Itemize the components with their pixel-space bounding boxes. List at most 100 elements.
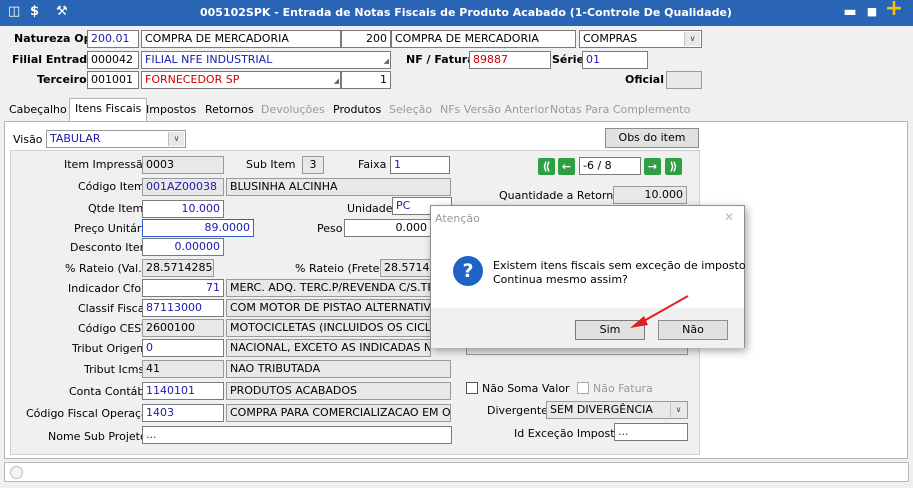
nao-soma-checkbox[interactable] (466, 382, 478, 394)
tab-strip: Cabeçalho Itens Fiscais Impostos Retorno… (4, 98, 704, 121)
first-record-icon[interactable]: ⟪ (538, 158, 555, 175)
previous-record-icon[interactable]: ← (558, 158, 575, 175)
dialog-message-line2: Continua mesmo assim? (493, 273, 628, 286)
tribut-origem-field[interactable]: 0 (142, 339, 224, 357)
tab-nfs-versao-anterior[interactable]: NFs Versão Anterior (435, 100, 554, 121)
unidade-label: Unidade (347, 202, 393, 215)
terceiro-desc-field: FORNECEDOR SP ◢ (141, 71, 341, 89)
excecao-field[interactable]: ... (614, 423, 688, 441)
nf-field[interactable]: 89887 (469, 51, 551, 69)
minimize-button[interactable]: ▬ (840, 3, 860, 21)
qtde-label: Qtde Item (88, 202, 144, 215)
tab-impostos[interactable]: Impostos (141, 100, 201, 121)
filial-code-field[interactable]: 000042 (87, 51, 139, 69)
preco-field[interactable]: 89.0000 (142, 219, 254, 237)
oficial-label: Oficial (625, 73, 664, 86)
terceiro-code-field[interactable]: 001001 (87, 71, 139, 89)
divergente-value: SEM DIVERGÊNCIA (550, 403, 653, 416)
filial-label: Filial Entrada (12, 53, 95, 66)
cfop-desc: MERC. ADQ. TERC.P/REVENDA C/S.TRIBUT (226, 279, 431, 297)
visao-combo[interactable]: TABULAR ∨ (46, 130, 186, 148)
natureza-num-field: 200 (341, 30, 391, 48)
cest-desc: MOTOCICLETAS (INCLUIDOS OS CICLOMO (226, 319, 431, 337)
tab-selecao[interactable]: Seleção (384, 100, 437, 121)
rateio-val-label: % Rateio (Val.) (65, 262, 147, 275)
qtde-field[interactable]: 10.000 (142, 200, 224, 218)
classif-field[interactable]: 87113000 (142, 299, 224, 317)
codigo-item-field[interactable]: 001AZ00038 (142, 178, 224, 196)
header-panel: Natureza Op. 200.01 COMPRA DE MERCADORIA… (4, 28, 908, 98)
cfop-label: Indicador Cfop (68, 282, 149, 295)
filial-desc-field: FILIAL NFE INDUSTRIAL ◢ (141, 51, 391, 69)
tribut-origem-label: Tribut Origem (72, 342, 148, 355)
tab-devolucoes[interactable]: Devoluções (256, 100, 330, 121)
tab-produtos[interactable]: Produtos (328, 100, 386, 121)
dollar-icon[interactable]: $ (30, 4, 39, 19)
sub-item-field: 3 (302, 156, 324, 174)
annotation-arrow-icon (630, 295, 689, 328)
cest-field[interactable]: 2600100 (142, 319, 224, 337)
nao-fatura-label: Não Fatura (593, 382, 653, 395)
last-record-icon[interactable]: ⟫ (665, 158, 682, 175)
peso-label: Peso (317, 222, 343, 235)
qtd-retornar-field: 10.000 (613, 186, 687, 204)
cfo-label: Código Fiscal Operação (26, 407, 155, 420)
item-impressao-field: 0003 (142, 156, 224, 174)
add-window-button[interactable]: + (884, 0, 904, 20)
status-indicator-icon (10, 466, 23, 479)
next-record-icon[interactable]: → (644, 158, 661, 175)
tab-retornos[interactable]: Retornos (200, 100, 259, 121)
window-menu-icon[interactable]: ◫ (8, 4, 20, 19)
tribut-icms-label: Tribut Icms (84, 363, 145, 376)
sub-projeto-label: Nome Sub Projeto (48, 430, 147, 443)
item-impressao-label: Item Impressão (64, 158, 150, 171)
cfop-field[interactable]: 71 (142, 279, 224, 297)
classif-desc: COM MOTOR DE PISTAO ALTERNATIVO DE (226, 299, 431, 317)
rateio-frete-label: % Rateio (Frete) (295, 262, 384, 275)
natureza-desc2-field: COMPRA DE MERCADORIA (391, 30, 576, 48)
faixa-field[interactable]: 1 (390, 156, 450, 174)
maximize-button[interactable]: ■ (862, 3, 882, 21)
close-icon[interactable]: ✕ (724, 210, 734, 224)
desconto-field[interactable]: 0.00000 (142, 238, 224, 256)
cfo-field[interactable]: 1403 (142, 404, 224, 422)
nf-label: NF / Fatura (406, 53, 475, 66)
obs-item-fiscal-button[interactable]: Obs do item fiscal (605, 128, 699, 162)
natureza-type-combo[interactable]: COMPRAS ∨ (579, 30, 702, 48)
tribut-icms-field[interactable]: 41 (142, 360, 224, 378)
tab-itens-fiscais[interactable]: Itens Fiscais (69, 98, 148, 121)
tab-cabecalho[interactable]: Cabeçalho (4, 100, 72, 121)
wrench-icon[interactable]: ⚒ (56, 4, 68, 19)
natureza-code-field[interactable]: 200.01 (87, 30, 139, 48)
natureza-type-value: COMPRAS (583, 32, 638, 45)
chevron-down-icon[interactable]: ∨ (670, 403, 686, 417)
codigo-item-label: Código Item (78, 180, 145, 193)
oficial-field[interactable] (666, 71, 702, 89)
record-counter[interactable]: -6 / 8 (579, 157, 641, 175)
chevron-down-icon[interactable]: ∨ (168, 132, 184, 146)
conta-field[interactable]: 1140101 (142, 382, 224, 400)
rateio-val-field: 28.57142857 (142, 259, 214, 277)
sub-item-label: Sub Item (246, 158, 296, 171)
serie-label: Série (552, 53, 585, 66)
cest-label: Código CEST (78, 322, 148, 335)
visao-value: TABULAR (50, 132, 101, 145)
sub-projeto-field[interactable]: ... (142, 426, 452, 444)
serie-field[interactable]: 01 (582, 51, 648, 69)
dialog-title: Atenção (435, 212, 480, 225)
conta-desc: PRODUTOS ACABADOS (226, 382, 451, 400)
excecao-label: Id Exceção Imposto (514, 427, 622, 440)
chevron-down-icon[interactable]: ∨ (684, 32, 700, 46)
faixa-label: Faixa (358, 158, 387, 171)
codigo-item-desc: BLUSINHA ALCINHA (226, 178, 451, 196)
tab-notas-complemento[interactable]: Notas Para Complemento (545, 100, 695, 121)
peso-field[interactable]: 0.000 (344, 219, 431, 237)
classif-label: Classif Fiscal (78, 302, 148, 315)
qtd-retornar-label: Quantidade a Retornar (499, 189, 625, 202)
nao-fatura-checkbox[interactable] (577, 382, 589, 394)
preco-label: Preço Unitário (74, 222, 152, 235)
conta-label: Conta Contábil (69, 385, 151, 398)
divergente-combo[interactable]: SEM DIVERGÊNCIA ∨ (546, 401, 688, 419)
view-bar: Visão TABULAR ∨ Obs do item fiscal (8, 124, 904, 162)
tribut-icms-desc: NAO TRIBUTADA (226, 360, 451, 378)
